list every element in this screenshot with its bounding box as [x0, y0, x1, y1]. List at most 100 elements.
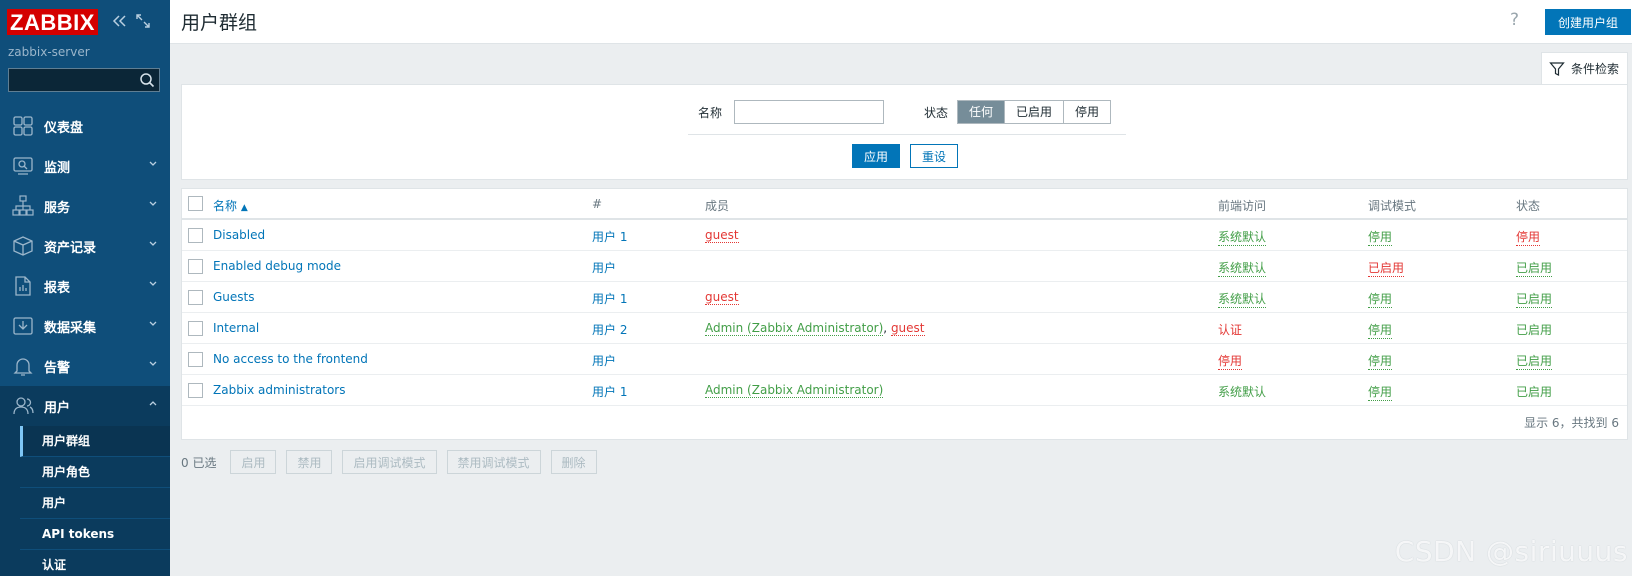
status-value[interactable]: 已启用: [1516, 290, 1553, 308]
debug-mode-value[interactable]: 停用: [1368, 321, 1393, 339]
table-row: Internal 用户 2 Admin (Zabbix Administrato…: [182, 313, 1627, 344]
debug-mode-value[interactable]: 停用: [1368, 290, 1393, 308]
users-count-link[interactable]: 用户: [592, 259, 616, 276]
debug-mode-value[interactable]: 已启用: [1368, 259, 1405, 277]
table-header: 名称 ▲ # 成员 前端访问 调试模式 状态: [182, 189, 1627, 220]
column-header-status: 状态: [1516, 199, 1541, 213]
row-checkbox[interactable]: [188, 228, 203, 243]
group-name-link[interactable]: Enabled debug mode: [213, 259, 341, 273]
group-name-link[interactable]: Zabbix administrators: [213, 383, 345, 397]
users-count-link[interactable]: 用户: [592, 352, 616, 369]
table-row: Disabled 用户 1 guest 系统默认 停用 停用: [182, 220, 1627, 251]
help-icon[interactable]: ?: [1510, 10, 1519, 30]
column-header-name[interactable]: 名称 ▲: [213, 197, 248, 214]
menu-item-reports[interactable]: 报表: [0, 266, 170, 306]
row-checkbox[interactable]: [188, 352, 203, 367]
chevron-down-icon: [149, 361, 157, 366]
members-cell: guest: [705, 228, 739, 243]
menu-label: 告警: [44, 360, 71, 376]
reports-icon: [15, 276, 31, 296]
chevron-down-icon: [149, 241, 157, 246]
chevron-up-icon: [149, 401, 157, 406]
sidebar-search-input[interactable]: [9, 69, 133, 91]
chevron-down-icon: [149, 201, 157, 206]
frontend-access-value[interactable]: 系统默认: [1218, 228, 1267, 246]
submenu-users[interactable]: 用户: [20, 488, 170, 519]
group-name-link[interactable]: Internal: [213, 321, 259, 335]
inventory-icon: [13, 236, 33, 256]
member-link[interactable]: Admin (Zabbix Administrator): [705, 383, 884, 398]
users-count-link[interactable]: 用户 2: [592, 321, 627, 338]
column-header-count: #: [592, 197, 603, 211]
submenu-user-groups[interactable]: 用户群组: [20, 426, 170, 457]
frontend-access-value[interactable]: 系统默认: [1218, 290, 1267, 308]
collapse-sidebar-icon[interactable]: [112, 13, 128, 32]
member-separator: ,: [883, 321, 891, 335]
kiosk-mode-icon[interactable]: [136, 13, 150, 32]
members-cell: Admin (Zabbix Administrator), guest: [705, 321, 925, 336]
frontend-access-value[interactable]: 停用: [1218, 352, 1243, 370]
row-checkbox[interactable]: [188, 383, 203, 398]
member-link[interactable]: Admin (Zabbix Administrator): [705, 321, 884, 336]
status-value[interactable]: 已启用: [1516, 259, 1553, 277]
debug-mode-value[interactable]: 停用: [1368, 383, 1393, 401]
frontend-access-value[interactable]: 系统默认: [1218, 259, 1267, 277]
delete-button[interactable]: 删除: [550, 450, 597, 474]
submenu-api-tokens[interactable]: API tokens: [20, 519, 170, 550]
member-link[interactable]: guest: [890, 321, 925, 336]
status-option-enabled[interactable]: 已启用: [1005, 101, 1065, 123]
row-checkbox[interactable]: [188, 290, 203, 305]
menu-label: 服务: [44, 200, 71, 216]
row-checkbox[interactable]: [188, 321, 203, 336]
row-checkbox[interactable]: [188, 259, 203, 274]
status-value[interactable]: 停用: [1516, 228, 1541, 246]
mass-actions-bar: 0 已选 启用 禁用 启用调试模式 禁用调试模式 删除: [181, 450, 607, 474]
member-link[interactable]: guest: [705, 290, 739, 305]
status-value: 已启用: [1516, 323, 1553, 337]
filter-panel: 名称 状态 任何 已启用 停用 应用 重设: [181, 84, 1628, 180]
sidebar-search: [8, 68, 160, 92]
server-name: zabbix-server: [8, 45, 90, 59]
menu-item-alerts[interactable]: 告警: [0, 346, 170, 386]
enable-button[interactable]: 启用: [230, 450, 277, 474]
dashboard-icon: [13, 116, 33, 136]
group-name-link[interactable]: Disabled: [213, 228, 265, 242]
disable-button[interactable]: 禁用: [286, 450, 333, 474]
group-name-link[interactable]: Guests: [213, 290, 255, 304]
submenu-authentication[interactable]: 认证: [20, 550, 170, 576]
filter-divider: [688, 134, 1126, 135]
debug-mode-value[interactable]: 停用: [1368, 352, 1393, 370]
select-all-checkbox[interactable]: [188, 196, 203, 211]
column-header-members: 成员: [705, 199, 730, 213]
filter-tab[interactable]: 条件检索: [1541, 52, 1628, 84]
reset-button[interactable]: 重设: [910, 144, 958, 168]
menu-item-inventory[interactable]: 资产记录: [0, 226, 170, 266]
menu-item-monitoring[interactable]: 监测: [0, 146, 170, 186]
users-count-link[interactable]: 用户 1: [592, 290, 627, 307]
filter-name-input[interactable]: [734, 100, 884, 124]
status-option-disabled[interactable]: 停用: [1064, 101, 1111, 123]
debug-mode-value[interactable]: 停用: [1368, 228, 1393, 246]
group-name-link[interactable]: No access to the frontend: [213, 352, 368, 366]
frontend-access-value: 认证: [1218, 323, 1243, 337]
users-count-link[interactable]: 用户 1: [592, 383, 627, 400]
table-row: Guests 用户 1 guest 系统默认 停用 已启用: [182, 282, 1627, 313]
menu-label: 用户: [44, 400, 71, 416]
users-count-link[interactable]: 用户 1: [592, 228, 627, 245]
member-link[interactable]: guest: [705, 228, 739, 243]
create-user-group-button[interactable]: 创建用户组: [1545, 9, 1631, 35]
submenu-user-roles[interactable]: 用户角色: [20, 457, 170, 488]
search-icon[interactable]: [139, 72, 155, 88]
filter-tab-label: 条件检索: [1571, 62, 1620, 76]
menu-item-dashboard[interactable]: 仪表盘: [0, 106, 170, 146]
apply-button[interactable]: 应用: [852, 144, 900, 168]
menu-item-services[interactable]: 服务: [0, 186, 170, 226]
status-option-any[interactable]: 任何: [958, 101, 1006, 123]
user-groups-table: 名称 ▲ # 成员 前端访问 调试模式 状态 Disabled 用户 1 gue…: [181, 188, 1628, 440]
menu-item-data-collection[interactable]: 数据采集: [0, 306, 170, 346]
status-value[interactable]: 已启用: [1516, 352, 1553, 370]
zabbix-logo[interactable]: ZABBIX: [7, 9, 98, 35]
menu-item-users[interactable]: 用户: [0, 386, 170, 426]
enable-debug-button[interactable]: 启用调试模式: [342, 450, 437, 474]
disable-debug-button[interactable]: 禁用调试模式: [446, 450, 541, 474]
